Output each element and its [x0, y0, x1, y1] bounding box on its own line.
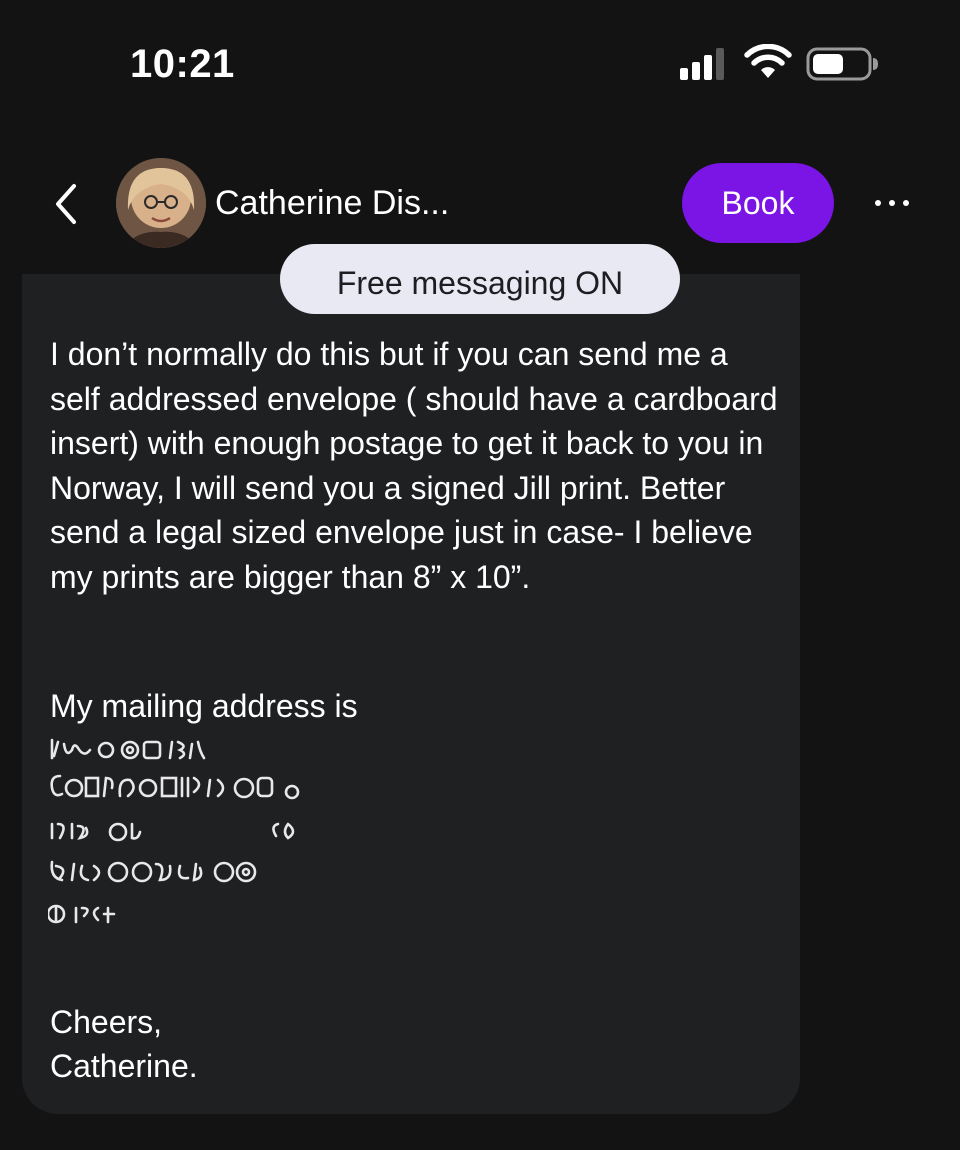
signoff-name: Catherine. — [50, 1048, 198, 1084]
chevron-left-icon[interactable] — [46, 182, 86, 226]
wifi-icon — [744, 44, 792, 78]
chat-screen: 10:21 Catherine Dis... Book Free messagi… — [0, 0, 960, 1150]
battery-icon — [806, 47, 878, 81]
contact-name[interactable]: Catherine Dis... — [215, 184, 449, 223]
more-horizontal-icon[interactable] — [870, 190, 914, 216]
redacted-address — [48, 738, 300, 924]
status-time: 10:21 — [130, 42, 235, 86]
status-bar: 10:21 — [0, 0, 960, 130]
free-messaging-label: Free messaging ON — [336, 265, 624, 301]
message-body: I don’t normally do this but if you can … — [50, 336, 787, 595]
signoff: Cheers, Catherine. — [50, 1000, 198, 1088]
cellular-signal-icon — [680, 48, 724, 80]
signoff-greeting: Cheers, — [50, 1004, 163, 1040]
book-button[interactable]: Book — [682, 163, 834, 243]
free-messaging-banner: Free messaging ON — [280, 244, 680, 314]
mailing-address-label: My mailing address is — [50, 688, 358, 724]
avatar-image — [116, 158, 206, 248]
message-bubble: Free messaging ON I don’t normally do th… — [22, 244, 800, 1114]
avatar[interactable] — [116, 158, 206, 248]
